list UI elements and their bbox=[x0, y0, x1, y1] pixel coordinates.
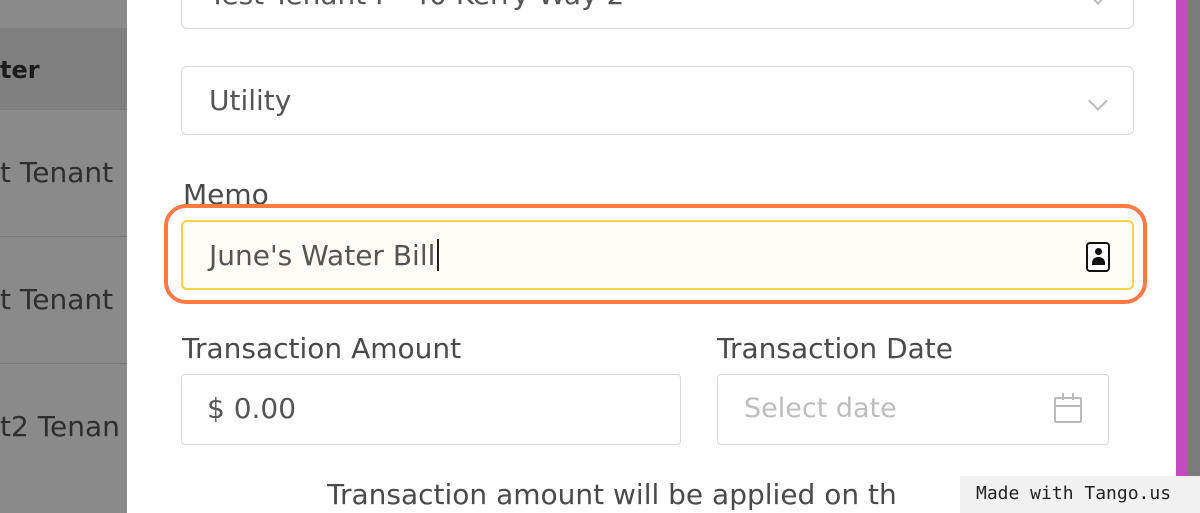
transaction-date-label: Transaction Date bbox=[717, 332, 954, 365]
transaction-amount-input[interactable]: $ 0.00 bbox=[181, 374, 681, 445]
background-table-header: ter bbox=[0, 28, 127, 110]
text-caret bbox=[437, 239, 440, 271]
row-divider bbox=[0, 363, 127, 364]
transaction-date-input[interactable]: Select date bbox=[717, 374, 1109, 445]
chevron-down-icon bbox=[1088, 91, 1108, 111]
transaction-modal: Test Tenant I - 40 Kerry Way 2 Utility M… bbox=[127, 0, 1188, 513]
memo-input-value: June's Water Bill bbox=[209, 239, 440, 272]
chevron-down-icon bbox=[1088, 0, 1108, 5]
row-divider bbox=[0, 236, 127, 237]
background-row-cell: t2 Tenan bbox=[0, 410, 120, 443]
background-table: ter t Tenant t Tenant t2 Tenan bbox=[0, 0, 127, 513]
transaction-amount-value: $ 0.00 bbox=[207, 392, 297, 425]
background-row-cell: t Tenant bbox=[0, 156, 114, 189]
contact-card-icon[interactable] bbox=[1086, 242, 1110, 272]
tango-watermark: Made with Tango.us bbox=[960, 476, 1200, 513]
transaction-amount-label: Transaction Amount bbox=[182, 332, 462, 365]
memo-input[interactable]: June's Water Bill bbox=[181, 220, 1134, 290]
memo-text: June's Water Bill bbox=[209, 239, 436, 272]
background-row-cell: t Tenant bbox=[0, 283, 114, 316]
tenant-select-value: Test Tenant I - 40 Kerry Way 2 bbox=[209, 0, 624, 11]
transaction-date-placeholder: Select date bbox=[744, 393, 897, 424]
category-select-value: Utility bbox=[209, 84, 292, 117]
calendar-icon[interactable] bbox=[1054, 393, 1082, 423]
amount-note: Transaction amount will be applied on th bbox=[327, 478, 897, 511]
tenant-select[interactable]: Test Tenant I - 40 Kerry Way 2 bbox=[181, 0, 1134, 29]
category-select[interactable]: Utility bbox=[181, 66, 1134, 135]
accent-bar bbox=[1176, 0, 1188, 513]
background-header-label: ter bbox=[0, 56, 40, 84]
